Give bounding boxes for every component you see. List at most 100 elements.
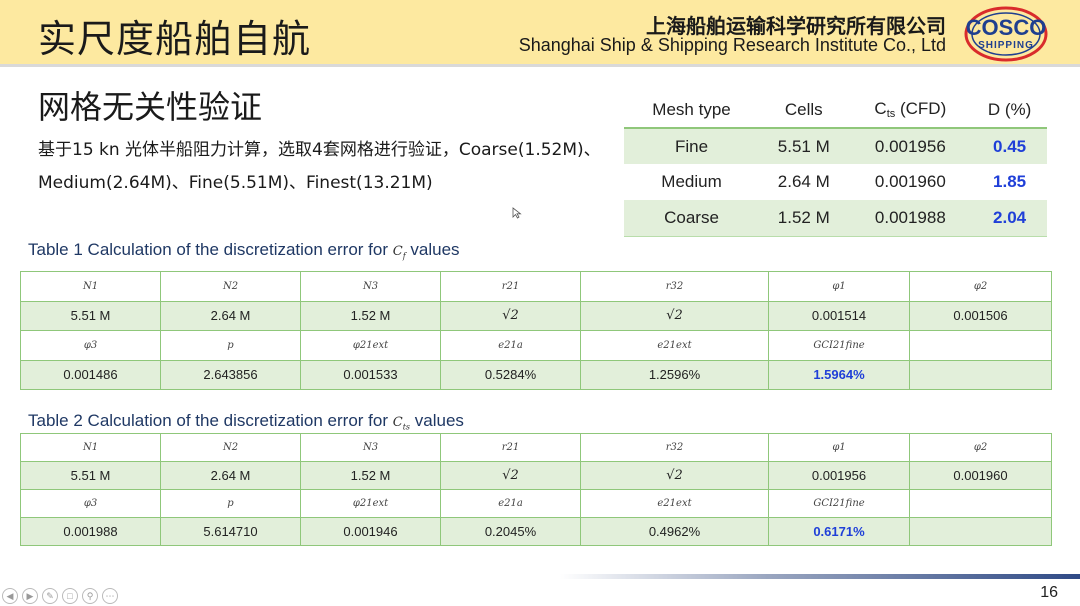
mesh-type-cell: Coarse bbox=[624, 200, 760, 237]
header-cell: N1 bbox=[20, 433, 161, 462]
header-ct-cfd: Cts (CFD) bbox=[848, 92, 973, 129]
table-row: Medium 2.64 M 0.001960 1.85 bbox=[624, 164, 1047, 200]
table2-symbol-sub: ts bbox=[402, 422, 411, 432]
header-cell: e21ext bbox=[580, 489, 769, 518]
header-cell: r32 bbox=[580, 271, 769, 302]
header-cell: φ3 bbox=[20, 330, 161, 361]
value-cell: 0.4962% bbox=[580, 517, 769, 546]
table2-discretization-error: N1 N2 N3 r21 r32 φ1 φ2 5.51 M 2.64 M 1.5… bbox=[20, 433, 1052, 546]
table1-caption-text: Table 1 Calculation of the discretizatio… bbox=[28, 240, 393, 259]
header-cell: r21 bbox=[440, 271, 581, 302]
table2-caption: Table 2 Calculation of the discretizatio… bbox=[28, 411, 464, 432]
cells-cell: 2.64 M bbox=[777, 172, 830, 191]
header-cell: N2 bbox=[160, 271, 301, 302]
value-cell: 0.001514 bbox=[768, 300, 910, 331]
mouse-cursor-icon bbox=[512, 207, 522, 219]
mesh-type-table: Mesh type Cells Cts (CFD) D (%) Fine 5.5… bbox=[624, 92, 1047, 237]
table-row: 5.51 M 2.64 M 1.52 M √2 √2 0.001956 0.00… bbox=[20, 461, 1052, 490]
header-cell bbox=[909, 330, 1052, 361]
header-cell: φ2 bbox=[909, 433, 1052, 462]
header-cell: r32 bbox=[580, 433, 769, 462]
header-cell: φ21ext bbox=[300, 330, 441, 361]
header-cell: e21a bbox=[440, 489, 581, 518]
value-cell: 0.001956 bbox=[768, 461, 910, 490]
table2-caption-text: Table 2 Calculation of the discretizatio… bbox=[28, 411, 393, 430]
table1-caption: Table 1 Calculation of the discretizatio… bbox=[28, 240, 460, 261]
mesh-type-cell: Fine bbox=[624, 128, 760, 164]
header-cell: GCI21fine bbox=[768, 489, 910, 518]
value-cell: 5.51 M bbox=[20, 461, 161, 490]
table-row: N1 N2 N3 r21 r32 φ1 φ2 bbox=[20, 433, 1052, 462]
value-cell: 1.52 M bbox=[300, 300, 441, 331]
cells-cell: 5.51 M bbox=[759, 128, 849, 164]
header-cell: φ2 bbox=[909, 271, 1052, 302]
table-row: Fine 5.51 M 0.001956 0.45 bbox=[624, 128, 1047, 164]
more-icon[interactable]: ⋯ bbox=[102, 588, 118, 604]
ct-cell: 0.001988 bbox=[848, 200, 973, 237]
value-cell: √2 bbox=[440, 461, 581, 490]
header-cell: N3 bbox=[300, 271, 441, 302]
slide-header: 实尺度船舶自航 上海船舶运输科学研究所有限公司 Shanghai Ship & … bbox=[0, 0, 1080, 64]
value-cell: 2.643856 bbox=[160, 359, 301, 390]
footer-gradient-bar bbox=[560, 574, 1080, 579]
value-cell: √2 bbox=[580, 300, 769, 331]
header-cell bbox=[909, 489, 1052, 518]
value-cell: 5.614710 bbox=[160, 517, 301, 546]
header-divider bbox=[0, 64, 1080, 67]
table2-symbol-main: C bbox=[392, 415, 403, 430]
logo-text-top: COSCO bbox=[966, 15, 1047, 40]
table1-discretization-error: N1 N2 N3 r21 r32 φ1 φ2 5.51 M 2.64 M 1.5… bbox=[20, 271, 1052, 390]
value-cell bbox=[909, 359, 1052, 390]
d-percent-cell: 1.85 bbox=[993, 172, 1027, 191]
value-cell: 0.001486 bbox=[20, 359, 161, 390]
next-icon[interactable]: ▶ bbox=[22, 588, 38, 604]
table-row: Coarse 1.52 M 0.001988 2.04 bbox=[624, 200, 1047, 237]
value-cell: √2 bbox=[440, 300, 581, 331]
mesh-table-header-row: Mesh type Cells Cts (CFD) D (%) bbox=[624, 92, 1047, 129]
header-cell: e21ext bbox=[580, 330, 769, 361]
org-name-english: Shanghai Ship & Shipping Research Instit… bbox=[518, 35, 946, 55]
table1-symbol-main: C bbox=[392, 244, 403, 259]
header-cell: r21 bbox=[440, 433, 581, 462]
header-ct-tail: (CFD) bbox=[895, 99, 947, 118]
table-row: 0.001988 5.614710 0.001946 0.2045% 0.496… bbox=[20, 517, 1052, 546]
zoom-icon[interactable]: ⚲ bbox=[82, 588, 98, 604]
pen-icon[interactable]: ✎ bbox=[42, 588, 58, 604]
header-cell: GCI21fine bbox=[768, 330, 910, 361]
table-row: 5.51 M 2.64 M 1.52 M √2 √2 0.001514 0.00… bbox=[20, 300, 1052, 331]
value-cell: 0.001533 bbox=[300, 359, 441, 390]
value-cell: 0.2045% bbox=[440, 517, 581, 546]
prev-icon[interactable]: ◀ bbox=[2, 588, 18, 604]
table1-caption-symbol: Cf bbox=[392, 244, 406, 261]
value-cell: 5.51 M bbox=[20, 300, 161, 331]
value-cell: 0.001960 bbox=[909, 461, 1052, 490]
cosco-logo-icon: COSCO SHIPPING bbox=[964, 6, 1048, 62]
gci-value-cell: 0.6171% bbox=[768, 517, 910, 546]
header-cell: p bbox=[160, 330, 301, 361]
header-ct-symbol: C bbox=[874, 99, 887, 118]
header-cell: φ1 bbox=[768, 271, 910, 302]
header-cell: e21a bbox=[440, 330, 581, 361]
copy-icon[interactable]: □ bbox=[62, 588, 78, 604]
value-cell: √2 bbox=[580, 461, 769, 490]
value-cell: 1.52 M bbox=[300, 461, 441, 490]
header-cell: p bbox=[160, 489, 301, 518]
header-d-percent: D (%) bbox=[972, 92, 1047, 129]
value-cell: 0.5284% bbox=[440, 359, 581, 390]
value-cell: 2.64 M bbox=[160, 461, 301, 490]
table1-caption-tail: values bbox=[405, 240, 460, 259]
logo-text-bottom: SHIPPING bbox=[978, 40, 1034, 51]
table-row: 0.001486 2.643856 0.001533 0.5284% 1.259… bbox=[20, 359, 1052, 390]
table2-caption-tail: values bbox=[410, 411, 464, 430]
header-cell: N3 bbox=[300, 433, 441, 462]
table-row: N1 N2 N3 r21 r32 φ1 φ2 bbox=[20, 271, 1052, 302]
value-cell: 2.64 M bbox=[160, 300, 301, 331]
section-title: 网格无关性验证 bbox=[38, 88, 263, 126]
value-cell: 0.001988 bbox=[20, 517, 161, 546]
page-number: 16 bbox=[1040, 584, 1058, 601]
header-cell: φ3 bbox=[20, 489, 161, 518]
value-cell: 1.2596% bbox=[580, 359, 769, 390]
header-ct-subscript: ts bbox=[886, 108, 896, 120]
page-title: 实尺度船舶自航 bbox=[38, 17, 312, 61]
header-mesh-type: Mesh type bbox=[624, 92, 760, 129]
